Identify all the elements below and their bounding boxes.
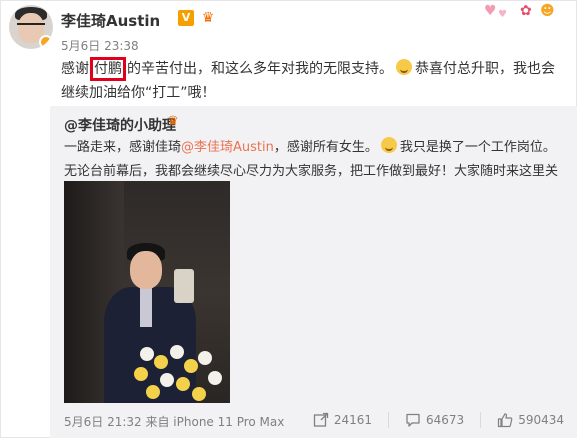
share-button[interactable]: 24161 [313,412,372,428]
heart-decoration-icon: ♥ [498,9,507,20]
member-crown-icon[interactable]: ♛ [198,9,218,27]
photo-person-head [130,251,162,289]
like-count: 590434 [518,413,564,427]
post-text-part: 感谢 [61,61,89,77]
comment-count: 64673 [426,413,465,427]
vip-badge[interactable]: V [178,10,194,26]
highlighted-name: 付鹏 [90,57,126,81]
comment-button[interactable]: 64673 [405,412,464,428]
gift-decoration-icon: ✿ [520,3,532,19]
post-timestamp[interactable]: 5月6日 23:38 [61,37,139,54]
member-crown-icon[interactable]: ♛ [164,114,182,130]
share-count: 24161 [333,413,372,427]
character-decoration-icon: ☻ [540,3,555,19]
action-divider [480,412,482,428]
hug-emoji-icon [396,59,412,75]
share-icon [313,412,328,427]
repost-author[interactable]: @李佳琦的小助理 [64,115,176,135]
post-text-part: 的辛苦付出，和这么多年对我的无限支持。 [127,61,393,77]
repost-meta[interactable]: 5月6日 21:32 来自 iPhone 11 Pro Max [64,413,284,430]
repost-photo[interactable] [64,181,230,403]
photo-flowers [130,341,230,403]
action-divider [388,412,389,428]
like-button[interactable]: 590434 [497,412,564,428]
comment-icon [406,413,420,427]
thumbs-up-icon [498,413,513,428]
heart-decoration-icon: ♥ [484,3,497,19]
action-bar: 24161 64673 590434 [297,409,564,431]
post-text: 感谢 付鹏 的辛苦付出，和这么多年对我的无限支持。 恭喜付总升职，我也会继续加油给你“… [61,57,566,105]
header-decoration: ♥ ♥ ✿ ☻ [484,3,564,25]
username[interactable]: 李佳琦Austin [61,10,160,31]
weibo-post: 李佳琦Austin V ♛ 5月6日 23:38 ♥ ♥ ✿ ☻ 感谢 付鹏 的辛苦… [0,0,577,438]
repost-text-part: ，感谢所有女生。 [273,140,378,155]
verified-icon [39,35,53,49]
photo-phone [174,269,194,303]
avatar[interactable] [9,5,53,49]
photo-person-tie [140,287,152,327]
repost-card[interactable]: @李佳琦的小助理 ♛ 一路走来，感谢佳琦@李佳琦Austin，感谢所有女生。 我只… [50,106,577,438]
avatar-glasses [17,23,45,29]
repost-text-part: 一路走来，感谢佳琦 [64,140,182,155]
mention-link[interactable]: @李佳琦Austin [181,140,274,155]
hug-emoji-icon [380,137,397,153]
